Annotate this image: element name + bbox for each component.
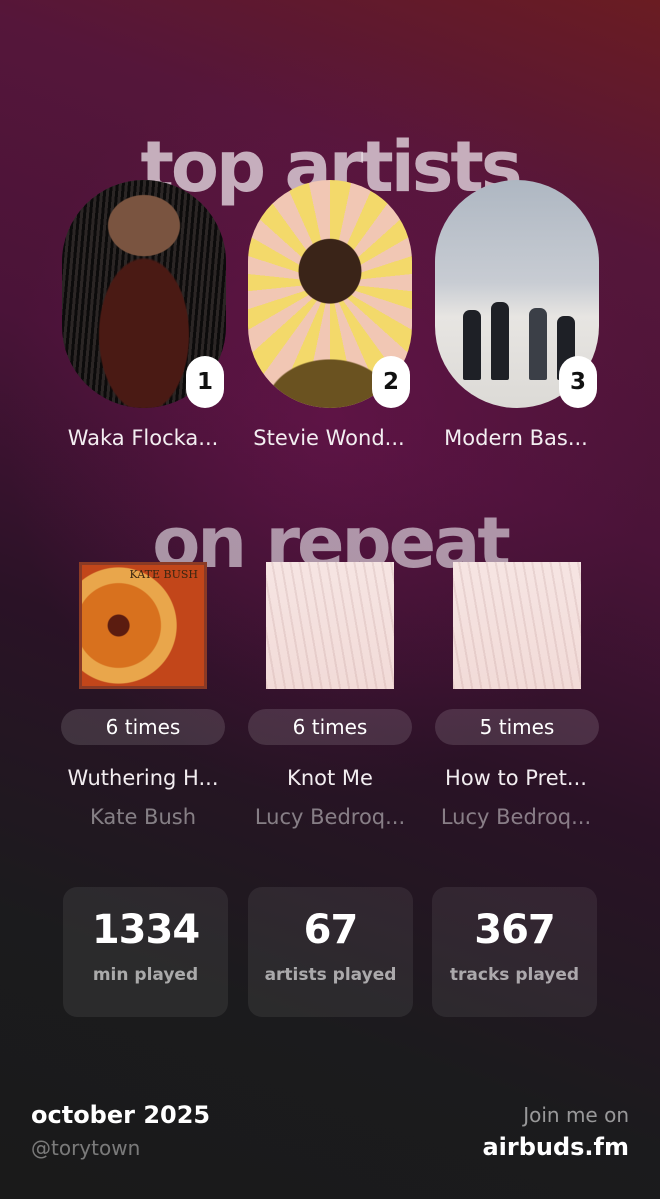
artist-name-2[interactable]: Stevie Wond...	[234, 426, 424, 450]
play-count-badge-1: 6 times	[61, 709, 225, 745]
recap-month: october 2025	[31, 1101, 211, 1129]
stat-value: 367	[474, 907, 556, 953]
rank-badge-3: 3	[559, 356, 597, 408]
join-prompt: Join me on	[523, 1103, 629, 1127]
site-link[interactable]: airbuds.fm	[482, 1133, 629, 1161]
album-cover-2[interactable]	[266, 562, 394, 689]
stat-tracks: 367 tracks played	[432, 887, 597, 1017]
stat-artists: 67 artists played	[248, 887, 413, 1017]
track-artist-3[interactable]: Lucy Bedroq...	[421, 805, 611, 829]
album-cover-3[interactable]	[453, 562, 581, 689]
album-cover-1[interactable]: KATE BUSH	[79, 562, 207, 689]
track-artist-1[interactable]: Kate Bush	[48, 805, 238, 829]
user-handle[interactable]: @torytown	[31, 1136, 140, 1160]
airbuds-recap-card: top artists 1 2 3 Waka Flocka... Stevie …	[0, 0, 660, 1199]
track-title-2[interactable]: Knot Me	[235, 766, 425, 790]
album-cover-text: KATE BUSH	[129, 568, 198, 581]
track-title-1[interactable]: Wuthering H...	[48, 766, 238, 790]
stat-minutes: 1334 min played	[63, 887, 228, 1017]
stat-label: artists played	[264, 965, 397, 985]
play-count-badge-2: 6 times	[248, 709, 412, 745]
track-artist-2[interactable]: Lucy Bedroq...	[235, 805, 425, 829]
rank-badge-2: 2	[372, 356, 410, 408]
stat-value: 1334	[91, 907, 200, 953]
stat-value: 67	[303, 907, 359, 953]
rank-badge-1: 1	[186, 356, 224, 408]
stat-label: min played	[92, 965, 199, 985]
track-title-3[interactable]: How to Pret...	[421, 766, 611, 790]
artist-name-1[interactable]: Waka Flocka...	[48, 426, 238, 450]
play-count-badge-3: 5 times	[435, 709, 599, 745]
artist-name-3[interactable]: Modern Bas...	[421, 426, 611, 450]
stat-label: tracks played	[449, 965, 580, 985]
